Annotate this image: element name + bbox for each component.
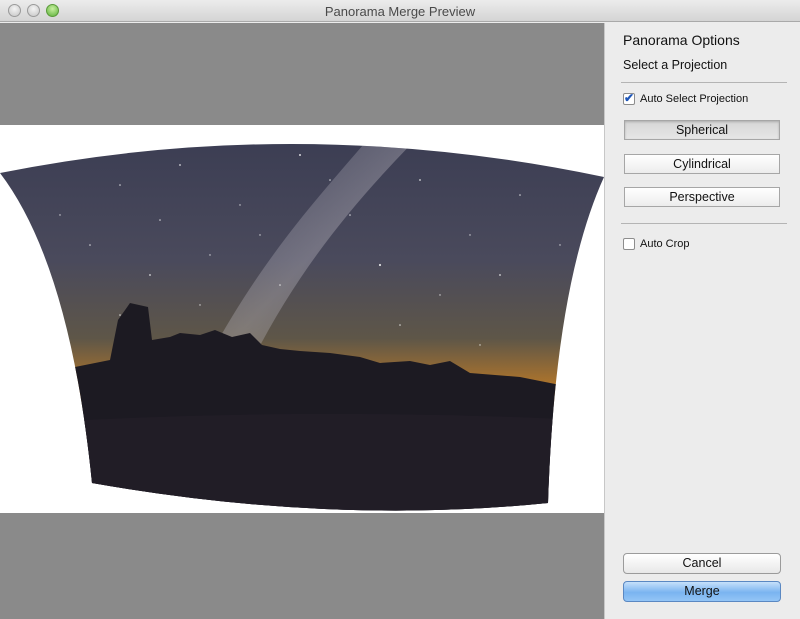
checkbox-checked-icon[interactable] — [623, 91, 635, 105]
divider — [621, 82, 787, 83]
spherical-projection-button[interactable]: Spherical — [624, 120, 780, 140]
auto-select-projection-checkbox[interactable]: Auto Select Projection — [623, 91, 749, 105]
merge-button[interactable]: Merge — [623, 581, 781, 602]
perspective-projection-button[interactable]: Perspective — [624, 187, 780, 207]
auto-crop-checkbox[interactable]: Auto Crop — [623, 238, 690, 250]
preview-area — [0, 23, 604, 619]
title-bar[interactable]: Panorama Merge Preview — [0, 0, 800, 22]
cylindrical-projection-button[interactable]: Cylindrical — [624, 154, 780, 174]
panorama-options-panel: Panorama Options Select a Projection Aut… — [604, 23, 800, 619]
divider — [621, 223, 787, 224]
auto-crop-label: Auto Crop — [640, 238, 690, 250]
projection-heading: Select a Projection — [623, 58, 728, 72]
cancel-button[interactable]: Cancel — [623, 553, 781, 574]
panorama-preview-image — [0, 143, 604, 511]
checkbox-unchecked-icon[interactable] — [623, 238, 635, 250]
preview-canvas — [0, 125, 604, 513]
panel-title: Panorama Options — [623, 32, 740, 48]
auto-select-projection-label: Auto Select Projection — [640, 93, 749, 105]
window-title: Panorama Merge Preview — [324, 4, 476, 19]
panorama-merge-window: Panorama Merge Preview Panorama Options … — [0, 0, 800, 619]
